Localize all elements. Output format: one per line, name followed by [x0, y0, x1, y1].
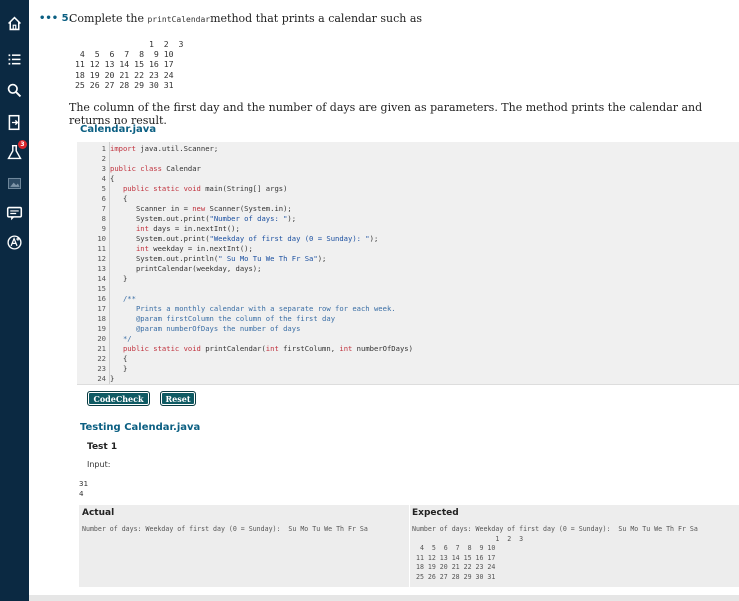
bottom-scrollbar[interactable]	[29, 595, 739, 601]
actual-output: Number of days: Weekday of first day (0 …	[82, 525, 368, 533]
question-text-after: method that prints a calendar such as	[210, 12, 423, 25]
actual-header: Actual	[82, 508, 115, 518]
sample-calendar: 1 2 3 4 5 6 7 8 9 10 11 12 13 14 15 16 1…	[75, 39, 184, 90]
lab-flask-icon[interactable]: 3	[5, 140, 27, 162]
code-content[interactable]: 1 import java.util.Scanner; 2 3 public cla…	[77, 144, 413, 384]
home-icon[interactable]	[5, 14, 24, 33]
testing-title: Testing Calendar.java	[80, 422, 201, 433]
file-title: Calendar.java	[80, 124, 157, 135]
question-description: The column of the first day and the numb…	[69, 101, 703, 127]
codecheck-button[interactable]: CodeCheck	[87, 391, 150, 406]
column-divider	[409, 505, 410, 587]
input-values: 31 4	[79, 479, 88, 498]
image-icon[interactable]	[5, 174, 24, 193]
accessibility-text-icon[interactable]	[5, 233, 24, 252]
reset-button[interactable]: Reset	[160, 391, 196, 406]
question-text-before: Complete the	[69, 12, 148, 25]
expected-header: Expected	[412, 508, 459, 518]
expected-output: Number of days: Weekday of first day (0 …	[412, 525, 698, 581]
method-name: printCalendar	[147, 15, 211, 24]
search-icon[interactable]	[5, 81, 24, 100]
main-content: ••• 5. Complete the printCalendarmethod …	[29, 0, 739, 601]
question-prompt: Complete the printCalendarmethod that pr…	[69, 12, 422, 25]
exit-door-icon[interactable]	[5, 113, 24, 132]
results-table: Actual Expected Number of days: Weekday …	[79, 505, 739, 587]
input-label: Input:	[87, 460, 111, 469]
chat-icon[interactable]	[5, 204, 24, 223]
flask-badge: 3	[18, 140, 27, 149]
question-number: ••• 5.	[39, 13, 73, 24]
list-icon[interactable]	[5, 50, 24, 69]
sidebar: 3	[0, 0, 29, 601]
code-editor[interactable]: 1 import java.util.Scanner; 2 3 public cla…	[77, 142, 739, 385]
test-label: Test 1	[87, 442, 118, 452]
